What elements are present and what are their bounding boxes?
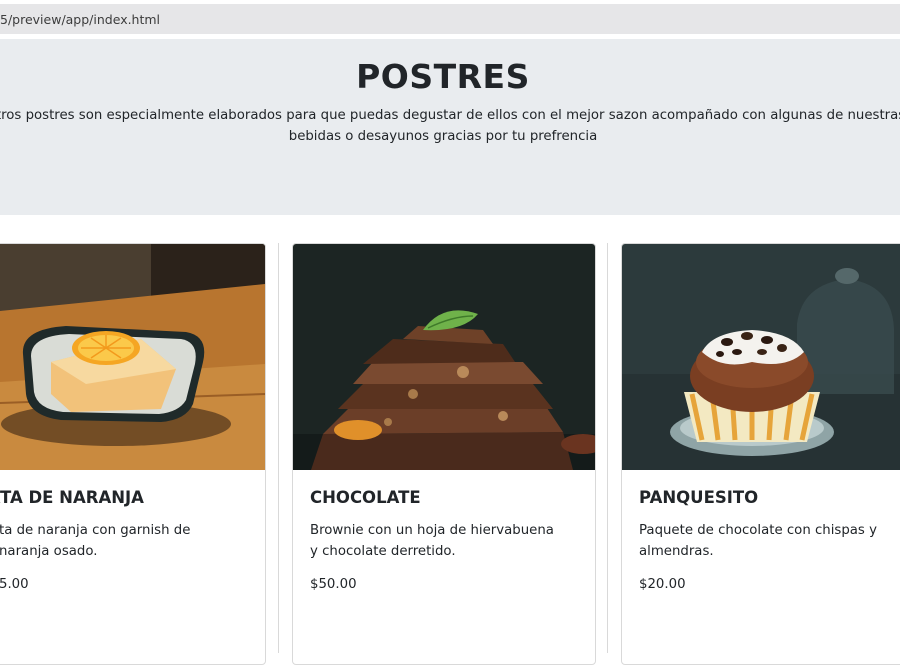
- card-title: PANQUESITO: [639, 488, 759, 507]
- card-price: $20.00: [639, 577, 686, 592]
- card-price: 5.00: [0, 577, 29, 592]
- card-price: $50.00: [310, 577, 357, 592]
- product-card[interactable]: PANQUESITO Paquete de chocolate con chis…: [621, 243, 900, 665]
- address-bar[interactable]: 5/preview/app/index.html: [0, 4, 900, 34]
- page-title: POSTRES: [356, 57, 530, 96]
- card-description: Paquete de chocolate con chispas y almen…: [639, 523, 877, 559]
- cupcake-image: [622, 244, 900, 470]
- product-card[interactable]: RTA DE NARANJA ta de naranja con garnish…: [0, 243, 266, 665]
- hero-section: POSTRES estros postres son especialmente…: [0, 39, 900, 215]
- hero-subtitle: estros postres son especialmente elabora…: [0, 108, 900, 144]
- card-title: CHOCOLATE: [310, 488, 421, 507]
- orange-tart-image: [0, 244, 265, 470]
- card-title: RTA DE NARANJA: [0, 488, 144, 507]
- url-text: 5/preview/app/index.html: [0, 12, 161, 27]
- card-description: Brownie con un hoja de hiervabuena y cho…: [310, 523, 554, 559]
- card-description: ta de naranja con garnish de naranja osa…: [0, 523, 191, 559]
- column-divider: [607, 243, 608, 653]
- product-card[interactable]: CHOCOLATE Brownie con un hoja de hiervab…: [292, 243, 596, 665]
- column-divider: [278, 243, 279, 653]
- chocolate-brownie-image: [293, 244, 595, 470]
